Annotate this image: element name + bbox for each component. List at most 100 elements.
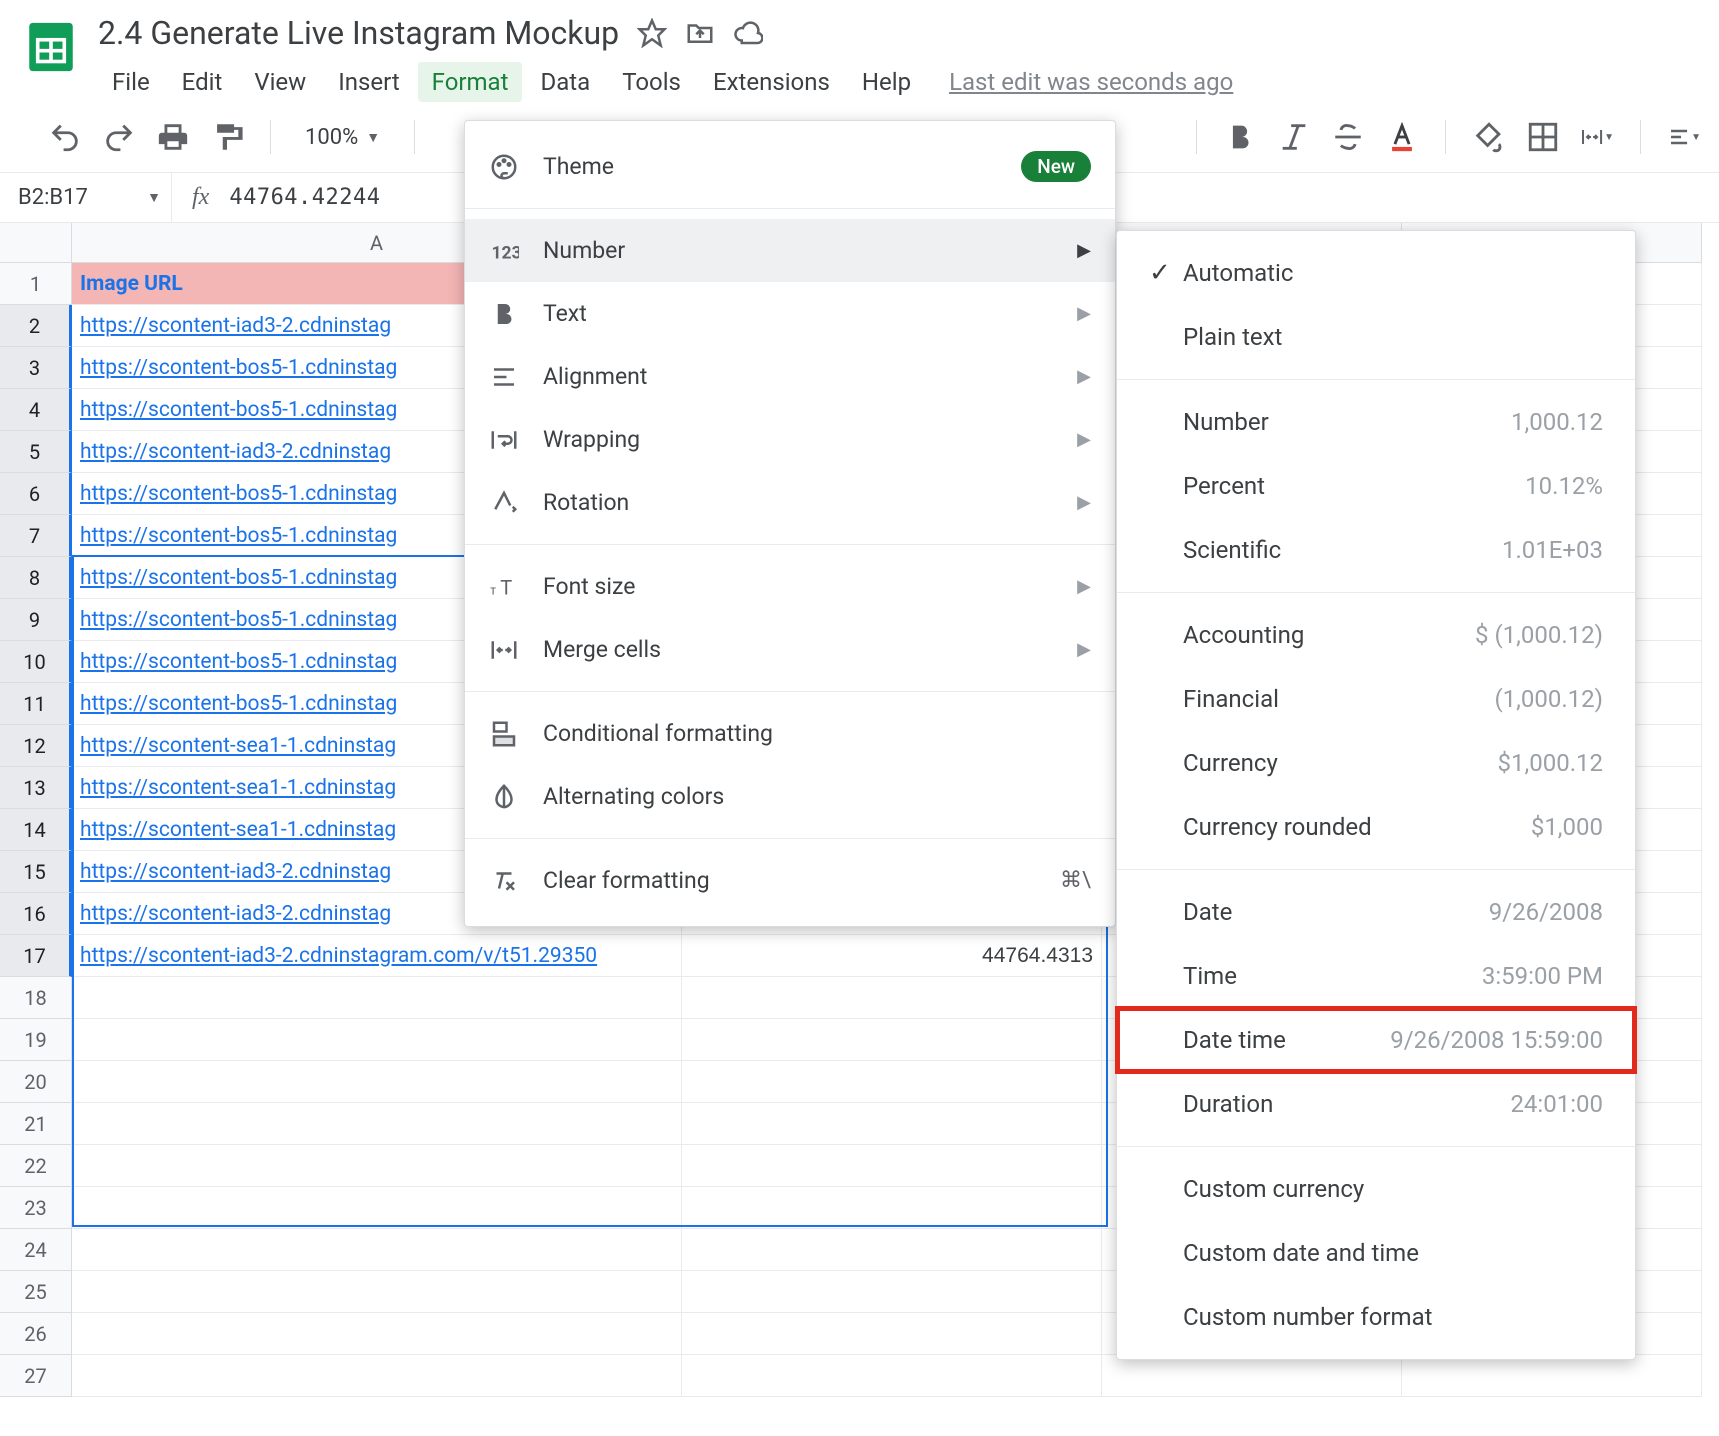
name-box[interactable]: B2:B17 ▼ xyxy=(0,173,172,222)
number-format-percent[interactable]: Percent10.12% xyxy=(1117,454,1635,518)
cell[interactable] xyxy=(682,1103,1102,1145)
cell[interactable] xyxy=(72,1313,682,1355)
cell[interactable] xyxy=(72,1061,682,1103)
cell[interactable] xyxy=(682,1271,1102,1313)
number-format-automatic[interactable]: ✓Automatic xyxy=(1117,241,1635,305)
number-format-date-time[interactable]: Date time9/26/2008 15:59:00 xyxy=(1117,1008,1635,1072)
cell[interactable] xyxy=(72,1229,682,1271)
cloud-status-icon[interactable] xyxy=(733,18,763,48)
row-header[interactable]: 26 xyxy=(0,1313,72,1355)
cell[interactable] xyxy=(72,1019,682,1061)
menu-file[interactable]: File xyxy=(98,62,164,102)
cell[interactable] xyxy=(682,977,1102,1019)
row-header[interactable]: 24 xyxy=(0,1229,72,1271)
cell[interactable] xyxy=(682,1019,1102,1061)
cell[interactable]: 44764.4313 xyxy=(682,935,1102,977)
row-header[interactable]: 10 xyxy=(0,641,72,683)
horizontal-align-icon[interactable]: ▼ xyxy=(1667,120,1701,154)
cell[interactable] xyxy=(72,1271,682,1313)
menu-font-size[interactable]: ᴛT Font size ▶ xyxy=(465,555,1115,618)
number-format-date[interactable]: Date9/26/2008 xyxy=(1117,880,1635,944)
row-header[interactable]: 11 xyxy=(0,683,72,725)
row-header[interactable]: 18 xyxy=(0,977,72,1019)
menu-rotation[interactable]: Rotation ▶ xyxy=(465,471,1115,534)
row-header[interactable]: 15 xyxy=(0,851,72,893)
cell[interactable] xyxy=(682,1061,1102,1103)
formula-input[interactable]: 44764.42244 xyxy=(229,185,380,210)
menu-tools[interactable]: Tools xyxy=(608,62,695,102)
cell[interactable]: https://scontent-iad3-2.cdninstagram.com… xyxy=(72,935,682,977)
row-header[interactable]: 9 xyxy=(0,599,72,641)
text-color-icon[interactable] xyxy=(1385,120,1419,154)
menu-insert[interactable]: Insert xyxy=(324,62,413,102)
number-format-currency-rounded[interactable]: Currency rounded$1,000 xyxy=(1117,795,1635,859)
menu-number[interactable]: 123 Number ▶ xyxy=(465,219,1115,282)
row-header[interactable]: 2 xyxy=(0,305,72,347)
row-header[interactable]: 27 xyxy=(0,1355,72,1397)
merge-cells-icon[interactable]: ▼ xyxy=(1580,120,1614,154)
row-header[interactable]: 23 xyxy=(0,1187,72,1229)
cell[interactable] xyxy=(72,1355,682,1397)
menu-text[interactable]: Text ▶ xyxy=(465,282,1115,345)
menu-format[interactable]: Format xyxy=(418,62,523,102)
menu-theme[interactable]: Theme New xyxy=(465,135,1115,198)
paint-format-icon[interactable] xyxy=(210,120,244,154)
menu-extensions[interactable]: Extensions xyxy=(699,62,844,102)
cell[interactable] xyxy=(682,1145,1102,1187)
row-header[interactable]: 6 xyxy=(0,473,72,515)
cell[interactable] xyxy=(682,1229,1102,1271)
number-format-time[interactable]: Time3:59:00 PM xyxy=(1117,944,1635,1008)
row-header[interactable]: 14 xyxy=(0,809,72,851)
cell[interactable] xyxy=(1402,1355,1702,1397)
row-header[interactable]: 16 xyxy=(0,893,72,935)
row-header[interactable]: 13 xyxy=(0,767,72,809)
row-header[interactable]: 3 xyxy=(0,347,72,389)
menu-data[interactable]: Data xyxy=(526,62,604,102)
move-folder-icon[interactable] xyxy=(685,18,715,48)
redo-icon[interactable] xyxy=(102,120,136,154)
row-header[interactable]: 19 xyxy=(0,1019,72,1061)
cell[interactable] xyxy=(72,977,682,1019)
row-header[interactable]: 4 xyxy=(0,389,72,431)
star-icon[interactable] xyxy=(637,18,667,48)
borders-icon[interactable] xyxy=(1526,120,1560,154)
row-header[interactable]: 5 xyxy=(0,431,72,473)
number-format-custom-date-and-time[interactable]: Custom date and time xyxy=(1117,1221,1635,1285)
menu-help[interactable]: Help xyxy=(848,62,925,102)
number-format-currency[interactable]: Currency$1,000.12 xyxy=(1117,731,1635,795)
fill-color-icon[interactable] xyxy=(1472,120,1506,154)
row-header[interactable]: 20 xyxy=(0,1061,72,1103)
bold-icon[interactable] xyxy=(1223,120,1257,154)
sheets-logo-icon[interactable] xyxy=(22,18,80,76)
row-header[interactable]: 25 xyxy=(0,1271,72,1313)
cell[interactable] xyxy=(682,1187,1102,1229)
number-format-number[interactable]: Number1,000.12 xyxy=(1117,390,1635,454)
cell[interactable] xyxy=(682,1355,1102,1397)
cell[interactable] xyxy=(72,1145,682,1187)
number-format-plain-text[interactable]: Plain text xyxy=(1117,305,1635,369)
number-format-custom-number-format[interactable]: Custom number format xyxy=(1117,1285,1635,1349)
row-header[interactable]: 7 xyxy=(0,515,72,557)
number-format-financial[interactable]: Financial(1,000.12) xyxy=(1117,667,1635,731)
last-edit-link[interactable]: Last edit was seconds ago xyxy=(949,68,1233,96)
italic-icon[interactable] xyxy=(1277,120,1311,154)
menu-view[interactable]: View xyxy=(240,62,320,102)
cell[interactable] xyxy=(72,1103,682,1145)
number-format-custom-currency[interactable]: Custom currency xyxy=(1117,1157,1635,1221)
undo-icon[interactable] xyxy=(48,120,82,154)
menu-edit[interactable]: Edit xyxy=(168,62,237,102)
select-all-corner[interactable] xyxy=(0,223,72,263)
cell[interactable] xyxy=(72,1187,682,1229)
cell[interactable] xyxy=(1102,1355,1402,1397)
row-header[interactable]: 8 xyxy=(0,557,72,599)
cell[interactable] xyxy=(682,1313,1102,1355)
number-format-scientific[interactable]: Scientific1.01E+03 xyxy=(1117,518,1635,582)
row-header[interactable]: 1 xyxy=(0,263,72,305)
strikethrough-icon[interactable] xyxy=(1331,120,1365,154)
print-icon[interactable] xyxy=(156,120,190,154)
row-header[interactable]: 17 xyxy=(0,935,72,977)
zoom-select[interactable]: 100%▼ xyxy=(305,125,380,150)
menu-alternating-colors[interactable]: Alternating colors xyxy=(465,765,1115,828)
number-format-accounting[interactable]: Accounting$ (1,000.12) xyxy=(1117,603,1635,667)
menu-wrapping[interactable]: Wrapping ▶ xyxy=(465,408,1115,471)
